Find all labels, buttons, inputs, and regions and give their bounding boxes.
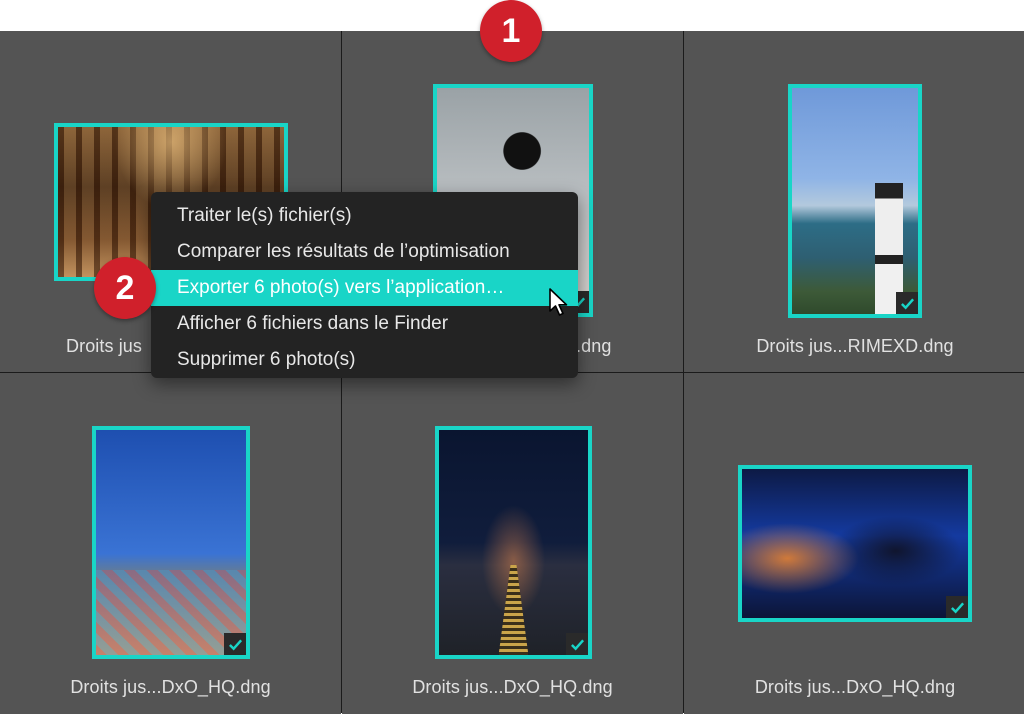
menu-item-process[interactable]: Traiter le(s) fichier(s) <box>151 198 578 234</box>
menu-item-export[interactable]: Exporter 6 photo(s) vers l’application… <box>151 270 578 306</box>
grid-cell-4: Droits jus...DxO_HQ.dng <box>0 373 341 714</box>
menu-item-delete[interactable]: Supprimer 6 photo(s) <box>151 342 578 378</box>
photo-thumbnail-3[interactable] <box>788 84 922 318</box>
photo-filename-6: Droits jus...DxO_HQ.dng <box>754 677 956 697</box>
checkmark-icon[interactable] <box>566 633 588 655</box>
photo-thumbnail-6[interactable] <box>738 465 972 622</box>
photo-filename-3: Droits jus...RIMEXD.dng <box>756 336 954 356</box>
photo-thumbnail-4[interactable] <box>92 426 250 659</box>
photo-filename-4: Droits jus...DxO_HQ.dng <box>70 677 271 697</box>
photo-image <box>742 469 968 618</box>
menu-item-show-in-finder[interactable]: Afficher 6 fichiers dans le Finder <box>151 306 578 342</box>
grid-cell-5: Droits jus...DxO_HQ.dng <box>342 373 683 714</box>
mouse-pointer-icon <box>549 288 568 316</box>
checkmark-icon[interactable] <box>946 596 968 618</box>
checkmark-icon[interactable] <box>896 292 918 314</box>
photo-image <box>96 430 246 655</box>
photo-filename-2: .dng <box>576 336 612 356</box>
grid-cell-3: Droits jus...RIMEXD.dng <box>684 31 1024 372</box>
photo-thumbnail-5[interactable] <box>435 426 592 659</box>
checkmark-icon[interactable] <box>224 633 246 655</box>
step-badge-2: 2 <box>94 257 156 319</box>
grid-cell-6: Droits jus...DxO_HQ.dng <box>684 373 1024 714</box>
photo-filename-5: Droits jus...DxO_HQ.dng <box>412 677 613 697</box>
menu-item-compare[interactable]: Comparer les résultats de l’optimisation <box>151 234 578 270</box>
context-menu: Traiter le(s) fichier(s) Comparer les ré… <box>151 192 578 378</box>
step-badge-1: 1 <box>480 0 542 62</box>
photo-filename-1: Droits jus <box>66 336 143 356</box>
